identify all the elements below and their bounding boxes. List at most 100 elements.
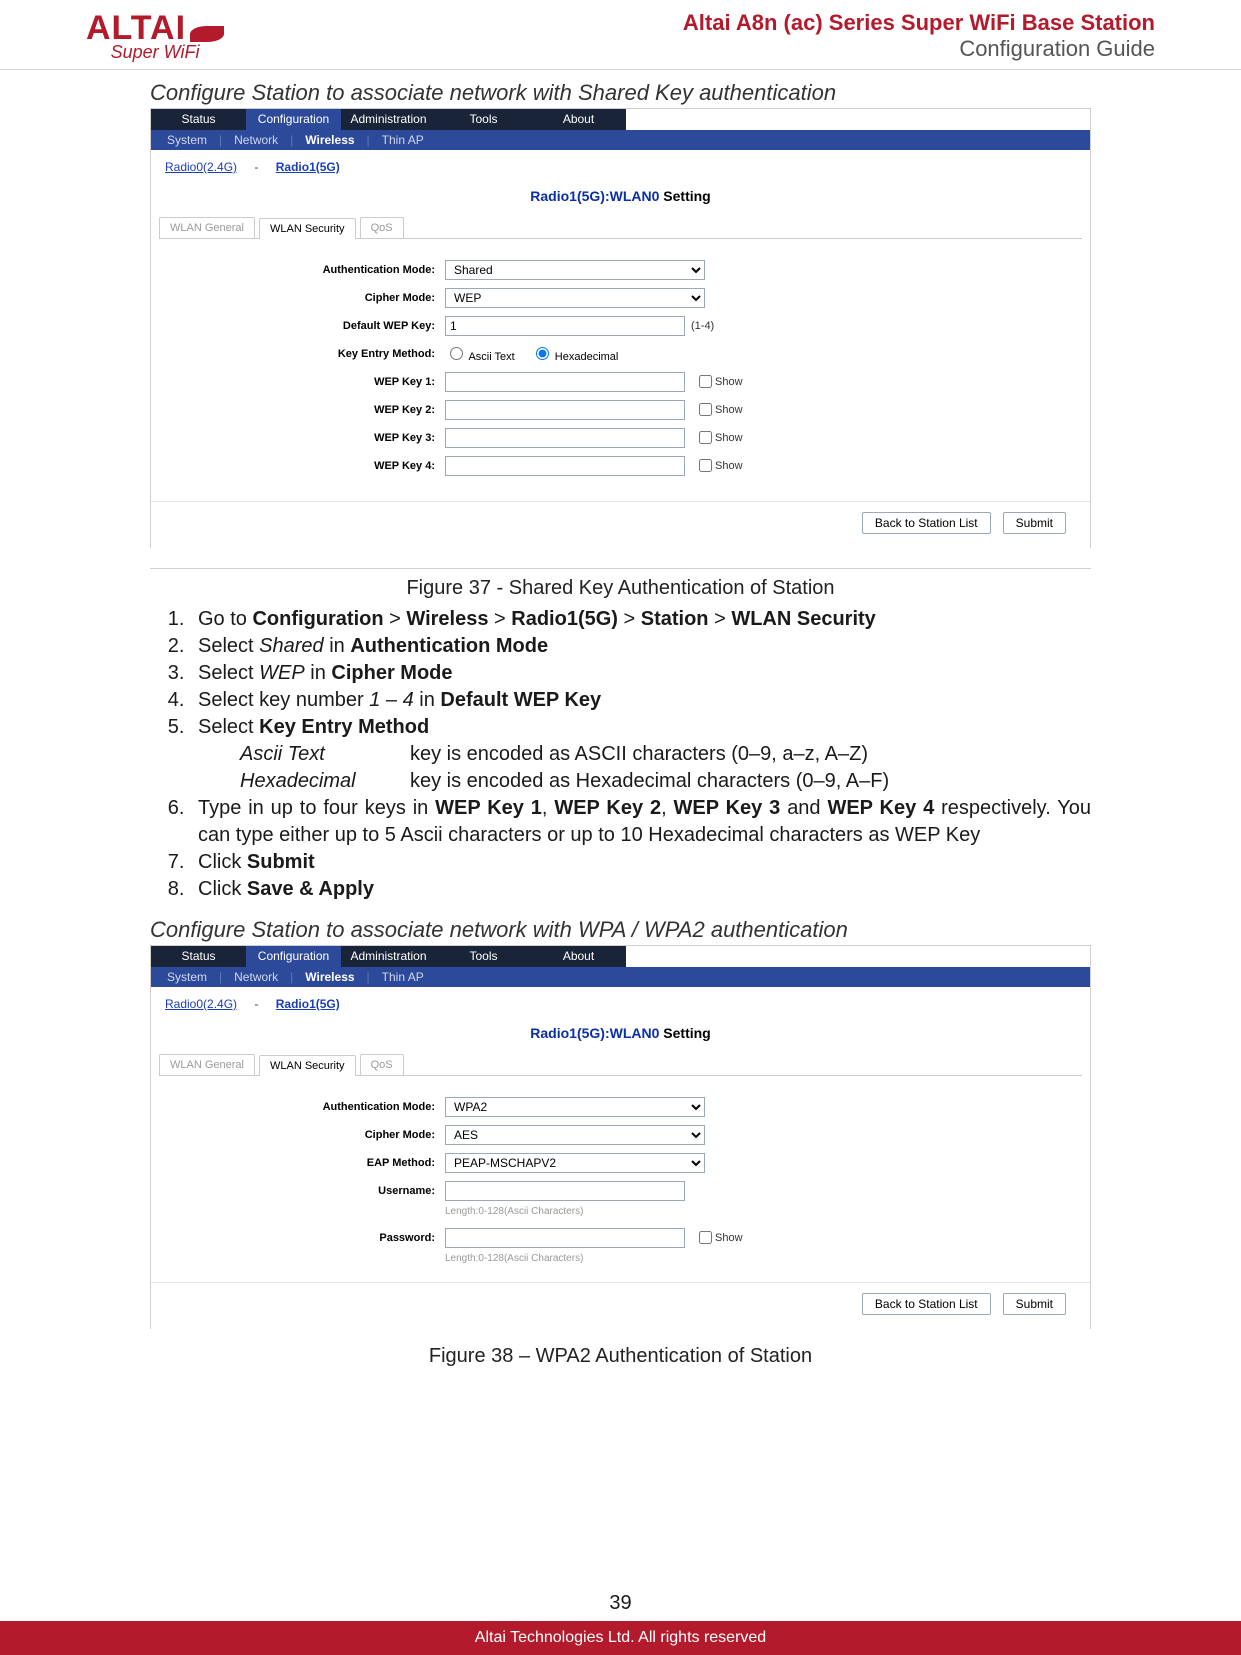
step-1: Go to Configuration > Wireless > Radio1(… <box>190 606 1091 633</box>
label-cipher: Cipher Mode: <box>165 292 445 304</box>
figure-38-caption: Figure 38 – WPA2 Authentication of Stati… <box>150 1345 1091 1368</box>
link-radio0[interactable]: Radio0(2.4G) <box>165 160 237 174</box>
inner-tabs: WLAN General WLAN Security QoS <box>159 214 1082 239</box>
input-wep-key-1[interactable] <box>445 372 685 392</box>
doc-title-1: Altai A8n (ac) Series Super WiFi Base St… <box>683 10 1155 36</box>
radio-links: Radio0(2.4G) - Radio1(5G) <box>151 150 1090 182</box>
innertab-general[interactable]: WLAN General <box>159 217 255 238</box>
ui-panel-shared-key: Status Configuration Administration Tool… <box>150 108 1091 548</box>
checkbox-show-pass[interactable]: Show <box>695 1228 743 1247</box>
hint-1-4: (1-4) <box>691 320 714 332</box>
input-wep-key-2[interactable] <box>445 400 685 420</box>
subnav-system-2[interactable]: System <box>161 970 213 984</box>
input-password[interactable] <box>445 1228 685 1248</box>
step-7: Click Submit <box>190 849 1091 876</box>
tab-about[interactable]: About <box>531 109 626 130</box>
page-number: 39 <box>0 1592 1241 1615</box>
subnav: System| Network| Wireless| Thin AP <box>151 130 1090 150</box>
hint-username: Length:0-128(Ascii Characters) <box>445 1206 1076 1217</box>
steps-list-1: Go to Configuration > Wireless > Radio1(… <box>150 606 1091 903</box>
radio-ascii[interactable]: Ascii Text <box>445 344 515 363</box>
checkbox-show-3[interactable]: Show <box>695 428 743 447</box>
subnav-thinap[interactable]: Thin AP <box>376 133 430 147</box>
label-wep2: WEP Key 2: <box>165 404 445 416</box>
footer-bar: Altai Technologies Ltd. All rights reser… <box>0 1621 1241 1655</box>
radio-hex[interactable]: Hexadecimal <box>531 344 619 363</box>
tab-configuration-2[interactable]: Configuration <box>246 946 341 967</box>
label-eap: EAP Method: <box>165 1157 445 1169</box>
select-cipher-mode[interactable]: WEP <box>445 288 705 308</box>
tab-status[interactable]: Status <box>151 109 246 130</box>
label-defkey: Default WEP Key: <box>165 320 445 332</box>
def-ascii-val: key is encoded as ASCII characters (0–9,… <box>410 741 868 768</box>
subnav-network[interactable]: Network <box>228 133 284 147</box>
tab-about-2[interactable]: About <box>531 946 626 967</box>
back-button[interactable]: Back to Station List <box>862 512 991 534</box>
tab-tools-2[interactable]: Tools <box>436 946 531 967</box>
label-auth: Authentication Mode: <box>165 264 445 276</box>
submit-button-2[interactable]: Submit <box>1003 1293 1066 1315</box>
label-wep4: WEP Key 4: <box>165 460 445 472</box>
hint-password: Length:0-128(Ascii Characters) <box>445 1253 1076 1264</box>
page-footer: 39 Altai Technologies Ltd. All rights re… <box>0 1592 1241 1655</box>
subnav-wireless[interactable]: Wireless <box>299 133 360 147</box>
checkbox-show-4[interactable]: Show <box>695 456 743 475</box>
tab-tools[interactable]: Tools <box>436 109 531 130</box>
step-5: Select Key Entry Method Ascii Textkey is… <box>190 714 1091 795</box>
label-wep3: WEP Key 3: <box>165 432 445 444</box>
label-wep1: WEP Key 1: <box>165 376 445 388</box>
subnav-thinap-2[interactable]: Thin AP <box>376 970 430 984</box>
tab-configuration[interactable]: Configuration <box>246 109 341 130</box>
label-password: Password: <box>165 1232 445 1244</box>
subnav-network-2[interactable]: Network <box>228 970 284 984</box>
button-row: Back to Station List Submit <box>151 501 1090 548</box>
sheet-title: Radio1(5G):WLAN0 Setting <box>151 188 1090 204</box>
innertab-security[interactable]: WLAN Security <box>259 218 356 239</box>
figure-37-caption: Figure 37 - Shared Key Authentication of… <box>150 577 1091 600</box>
link-radio1[interactable]: Radio1(5G) <box>276 160 340 174</box>
logo-swoosh-icon <box>190 26 224 42</box>
tab-status-2[interactable]: Status <box>151 946 246 967</box>
innertab-general-2[interactable]: WLAN General <box>159 1054 255 1075</box>
link-radio0-2[interactable]: Radio0(2.4G) <box>165 997 237 1011</box>
input-username[interactable] <box>445 1181 685 1201</box>
label-cipher-2: Cipher Mode: <box>165 1129 445 1141</box>
section-2-title: Configure Station to associate network w… <box>150 917 1091 943</box>
input-wep-key-3[interactable] <box>445 428 685 448</box>
page-header: ALTAI Super WiFi Altai A8n (ac) Series S… <box>0 0 1241 70</box>
link-radio1-2[interactable]: Radio1(5G) <box>276 997 340 1011</box>
subnav-system[interactable]: System <box>161 133 213 147</box>
input-default-wep-key[interactable] <box>445 316 685 336</box>
step-2: Select Shared in Authentication Mode <box>190 633 1091 660</box>
back-button-2[interactable]: Back to Station List <box>862 1293 991 1315</box>
logo: ALTAI Super WiFi <box>86 11 224 61</box>
def-hex-val: key is encoded as Hexadecimal characters… <box>410 768 889 795</box>
input-wep-key-4[interactable] <box>445 456 685 476</box>
step-8: Click Save & Apply <box>190 876 1091 903</box>
select-auth-mode-2[interactable]: WPA2 <box>445 1097 705 1117</box>
select-eap-method[interactable]: PEAP-MSCHAPV2 <box>445 1153 705 1173</box>
submit-button[interactable]: Submit <box>1003 512 1066 534</box>
select-cipher-mode-2[interactable]: AES <box>445 1125 705 1145</box>
label-auth-2: Authentication Mode: <box>165 1101 445 1113</box>
select-auth-mode[interactable]: Shared <box>445 260 705 280</box>
tab-administration-2[interactable]: Administration <box>341 946 436 967</box>
logo-subtitle: Super WiFi <box>111 43 200 61</box>
ui-panel-wpa2: Status Configuration Administration Tool… <box>150 945 1091 1329</box>
innertab-qos[interactable]: QoS <box>360 217 404 238</box>
doc-title-2: Configuration Guide <box>683 36 1155 62</box>
checkbox-show-1[interactable]: Show <box>695 372 743 391</box>
subnav-wireless-2[interactable]: Wireless <box>299 970 360 984</box>
tab-administration[interactable]: Administration <box>341 109 436 130</box>
label-username: Username: <box>165 1185 445 1197</box>
step-3: Select WEP in Cipher Mode <box>190 660 1091 687</box>
def-ascii-key: Ascii Text <box>240 741 410 768</box>
label-keymethod: Key Entry Method: <box>165 348 445 360</box>
form-shared: Authentication Mode:Shared Cipher Mode:W… <box>151 239 1090 495</box>
checkbox-show-2[interactable]: Show <box>695 400 743 419</box>
innertab-qos-2[interactable]: QoS <box>360 1054 404 1075</box>
step-4: Select key number 1 – 4 in Default WEP K… <box>190 687 1091 714</box>
section-1-title: Configure Station to associate network w… <box>150 80 1091 106</box>
innertab-security-2[interactable]: WLAN Security <box>259 1055 356 1076</box>
def-hex-key: Hexadecimal <box>240 768 410 795</box>
